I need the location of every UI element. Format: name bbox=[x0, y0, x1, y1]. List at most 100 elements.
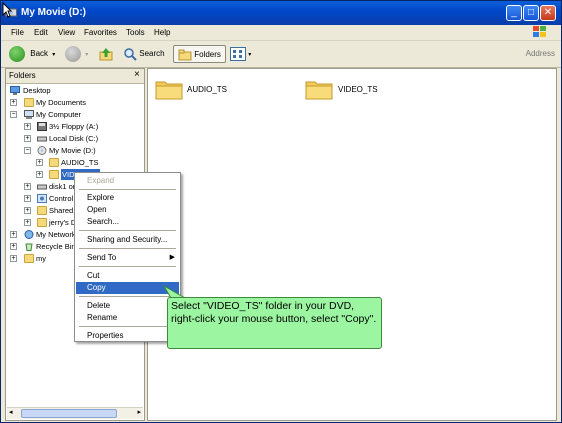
close-button[interactable]: ✕ bbox=[540, 5, 556, 21]
scroll-right-icon[interactable]: ▸ bbox=[137, 408, 141, 416]
recycle-bin-icon bbox=[25, 243, 33, 251]
expand-icon[interactable]: + bbox=[10, 255, 17, 262]
forward-arrow-icon bbox=[65, 45, 81, 62]
folder-icon bbox=[24, 254, 34, 263]
minimize-button[interactable]: _ bbox=[506, 5, 522, 21]
forward-button[interactable]: ▾ bbox=[65, 45, 88, 63]
menu-file[interactable]: File bbox=[11, 28, 24, 37]
folders-button[interactable]: Folders bbox=[173, 45, 226, 63]
expand-icon[interactable]: + bbox=[10, 231, 17, 238]
tree-item-label: Control bbox=[49, 194, 74, 203]
close-icon[interactable]: × bbox=[134, 69, 140, 80]
menu-separator bbox=[79, 266, 176, 267]
menu-item-cut[interactable]: Cut bbox=[76, 270, 179, 282]
folders-pane-title: Folders bbox=[9, 71, 36, 80]
mouse-cursor-icon bbox=[2, 2, 12, 18]
address-label: Address bbox=[525, 49, 555, 58]
menu-separator bbox=[79, 230, 176, 231]
folder-icon bbox=[37, 206, 47, 215]
expand-icon[interactable]: + bbox=[24, 195, 31, 202]
horizontal-scrollbar[interactable]: ◂ ▸ bbox=[7, 407, 143, 419]
expand-icon[interactable]: + bbox=[10, 99, 17, 106]
dvd-drive-icon bbox=[37, 146, 47, 155]
folder-icon bbox=[305, 81, 333, 100]
hard-disk-icon bbox=[37, 136, 47, 142]
tree-item-label: Recycle Bin bbox=[36, 242, 76, 251]
menu-item-sharing[interactable]: Sharing and Security... bbox=[76, 234, 179, 246]
collapse-icon[interactable]: − bbox=[10, 111, 17, 118]
scroll-left-icon[interactable]: ◂ bbox=[9, 408, 13, 416]
views-icon bbox=[230, 46, 246, 61]
menu-item-rename[interactable]: Rename bbox=[76, 312, 179, 324]
menu-favorites[interactable]: Favorites bbox=[84, 28, 117, 37]
expand-icon[interactable]: + bbox=[24, 135, 31, 142]
folders-label: Folders bbox=[194, 50, 221, 59]
chevron-down-icon: ▾ bbox=[85, 52, 89, 58]
search-icon bbox=[124, 48, 137, 61]
content-pane: AUDIO_TS VIDEO_TS bbox=[147, 68, 557, 421]
expand-icon[interactable]: + bbox=[36, 171, 43, 178]
chevron-down-icon: ▾ bbox=[248, 52, 252, 58]
tree-item-label: my bbox=[36, 254, 46, 263]
menu-separator bbox=[79, 189, 176, 190]
menu-item-explore[interactable]: Explore bbox=[76, 192, 179, 204]
expand-icon[interactable]: + bbox=[24, 123, 31, 130]
up-folder-button[interactable] bbox=[99, 45, 113, 63]
expand-icon[interactable]: + bbox=[24, 183, 31, 190]
context-menu: Expand Explore Open Search... Sharing an… bbox=[74, 172, 181, 342]
menu-help[interactable]: Help bbox=[154, 28, 170, 37]
expand-icon[interactable]: + bbox=[24, 207, 31, 214]
folder-icon bbox=[49, 158, 59, 167]
chevron-down-icon: ▾ bbox=[52, 52, 56, 58]
menu-item-properties[interactable]: Properties bbox=[76, 330, 179, 342]
tree-item-label: disk1 or bbox=[49, 182, 76, 191]
expand-icon[interactable]: + bbox=[36, 159, 43, 166]
menu-item-search[interactable]: Search... bbox=[76, 216, 179, 228]
tree-item-label: My Documents bbox=[36, 98, 87, 107]
hard-disk-icon bbox=[37, 184, 47, 190]
menu-item-expand[interactable]: Expand bbox=[76, 175, 179, 187]
folders-pane-header: Folders × bbox=[6, 69, 144, 84]
control-panel-icon bbox=[37, 194, 47, 203]
views-button[interactable]: ▾ bbox=[230, 45, 251, 63]
tree-item-label: AUDIO_TS bbox=[61, 158, 99, 167]
folders-icon bbox=[178, 49, 192, 61]
menu-separator bbox=[79, 248, 176, 249]
title-bar[interactable]: My Movie (D:) _ □ ✕ bbox=[1, 1, 561, 25]
menu-item-open[interactable]: Open bbox=[76, 204, 179, 216]
tree-item-label: Shared bbox=[49, 206, 74, 215]
back-label: Back bbox=[30, 49, 49, 58]
submenu-arrow-icon: ▶ bbox=[169, 254, 175, 261]
up-folder-icon bbox=[99, 47, 113, 61]
computer-icon bbox=[24, 110, 34, 119]
maximize-button[interactable]: □ bbox=[523, 5, 539, 21]
menu-edit[interactable]: Edit bbox=[34, 28, 48, 37]
menu-view[interactable]: View bbox=[58, 28, 75, 37]
menu-tools[interactable]: Tools bbox=[126, 28, 145, 37]
search-label: Search bbox=[139, 49, 165, 58]
network-icon bbox=[24, 230, 34, 239]
tree-item-label: My Network bbox=[36, 230, 76, 239]
expand-icon[interactable]: + bbox=[10, 243, 17, 250]
tree-item-label: Local Disk (C:) bbox=[49, 134, 99, 143]
menu-separator bbox=[79, 326, 176, 327]
desktop-icon bbox=[10, 86, 20, 95]
folder-icon bbox=[24, 98, 34, 107]
back-button[interactable]: Back ▾ bbox=[9, 45, 55, 63]
search-button[interactable]: Search bbox=[123, 45, 165, 63]
menu-item-label: Send To bbox=[87, 253, 117, 262]
collapse-icon[interactable]: − bbox=[24, 147, 31, 154]
expand-icon[interactable]: + bbox=[24, 219, 31, 226]
folder-icon bbox=[37, 218, 47, 227]
folder-icon bbox=[155, 81, 183, 100]
menu-item-send-to[interactable]: Send To ▶ bbox=[76, 252, 179, 264]
back-arrow-icon bbox=[9, 45, 25, 62]
menu-bar: File Edit View Favorites Tools Help bbox=[1, 25, 561, 41]
instruction-callout: Select "VIDEO_TS" folder in your DVD, ri… bbox=[167, 297, 382, 349]
tree-item-label: 3½ Floppy (A:) bbox=[49, 122, 99, 131]
tree-item-label: My Movie (D:) bbox=[49, 146, 96, 155]
scrollbar-thumb[interactable] bbox=[21, 409, 117, 418]
tree-item-label: jerry's D bbox=[49, 218, 77, 227]
tree-item-label: Desktop bbox=[23, 86, 51, 95]
toolbar: Back ▾ ▾ Search Folders ▾ bbox=[1, 41, 561, 68]
